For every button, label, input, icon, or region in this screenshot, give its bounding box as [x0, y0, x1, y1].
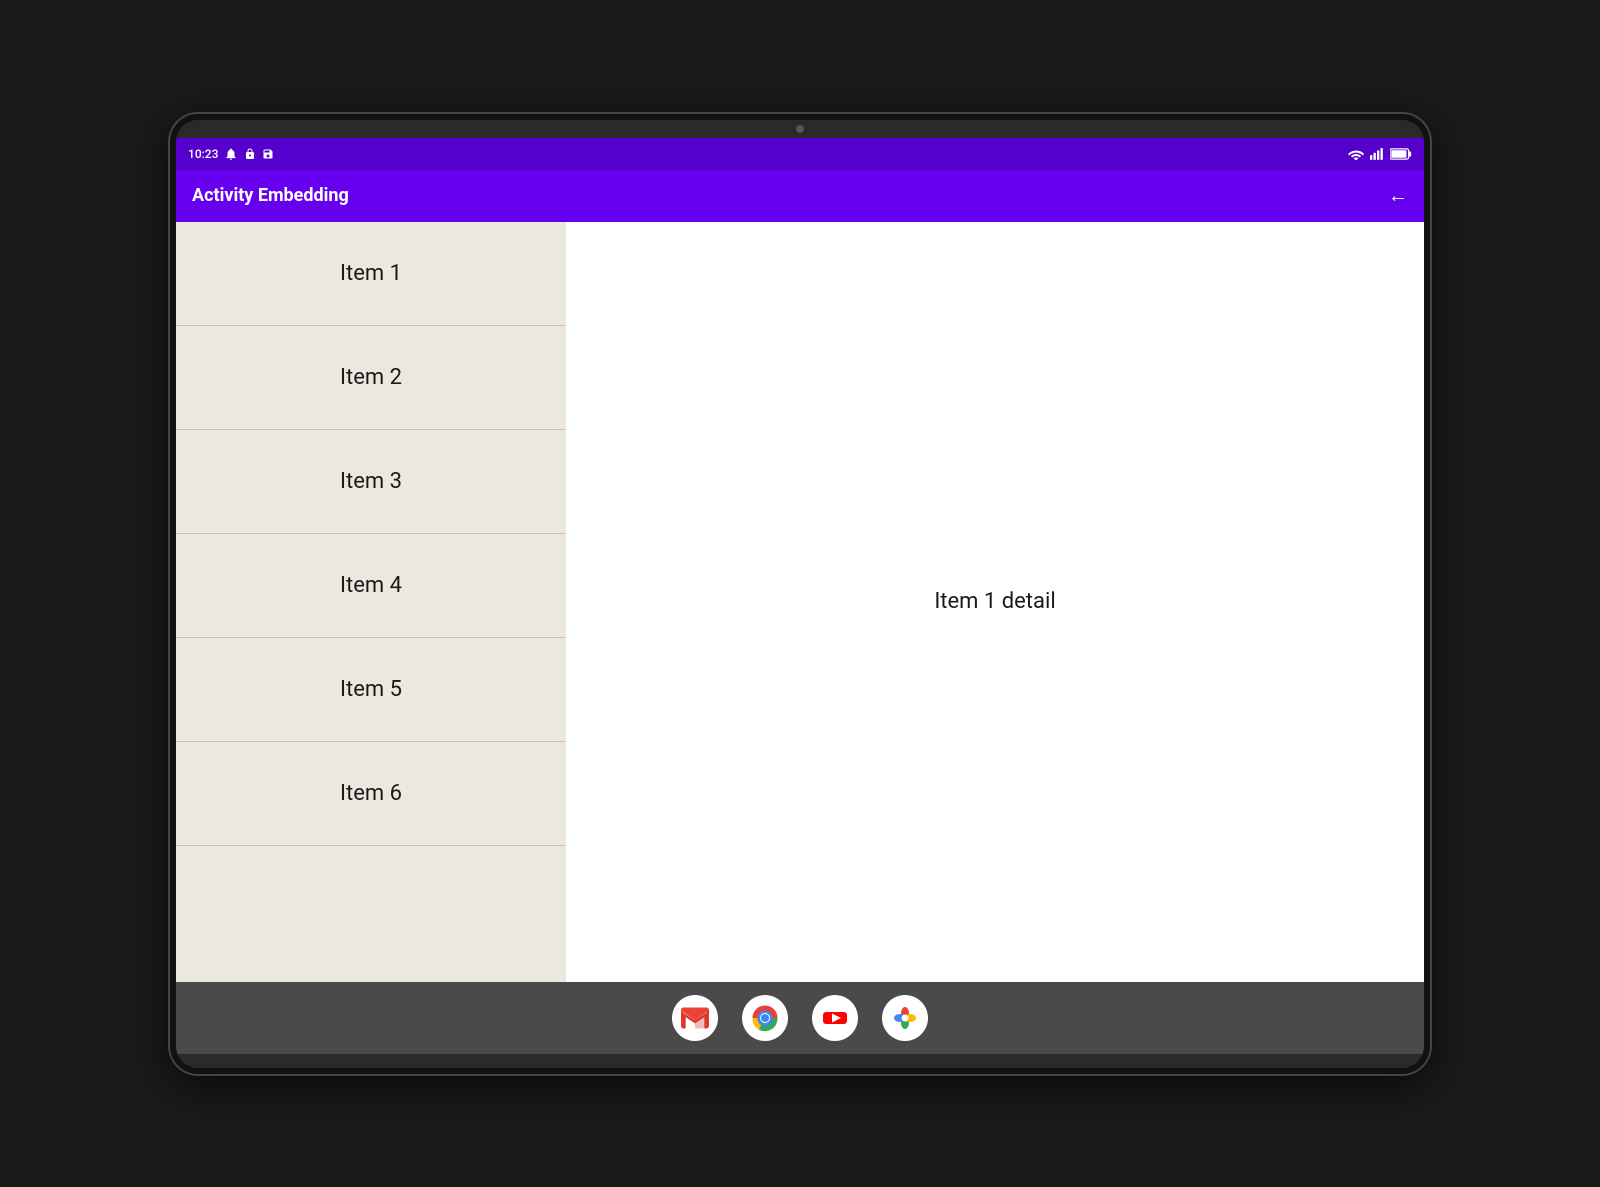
status-right — [1348, 148, 1412, 160]
gmail-icon — [681, 1007, 709, 1029]
time-display: 10:23 — [188, 147, 218, 161]
status-left: 10:23 — [188, 147, 274, 161]
chrome-icon — [750, 1003, 780, 1033]
signal-icon — [1370, 148, 1384, 160]
wifi-icon — [1348, 148, 1364, 160]
list-panel: Item 1 Item 2 Item 3 Item 4 Item 5 Item … — [176, 222, 566, 982]
dock-app-photos[interactable] — [882, 995, 928, 1041]
app-bar-title: Activity Embedding — [192, 185, 1248, 206]
list-item-label-5: Item 5 — [340, 677, 402, 702]
camera-dot — [796, 125, 804, 133]
tablet-top-bar — [176, 120, 1424, 138]
list-item-label-3: Item 3 — [340, 469, 402, 494]
battery-icon — [1390, 148, 1412, 160]
tablet-bottom-bar — [176, 1054, 1424, 1068]
back-button[interactable]: ← — [1388, 183, 1408, 208]
list-item-5[interactable]: Item 5 — [176, 638, 566, 742]
list-item-2[interactable]: Item 2 — [176, 326, 566, 430]
detail-panel: Item 1 detail — [566, 222, 1424, 982]
status-bar: 10:23 — [176, 138, 1424, 170]
list-item-label-1: Item 1 — [340, 261, 402, 286]
list-item-4[interactable]: Item 4 — [176, 534, 566, 638]
list-item-label-2: Item 2 — [340, 365, 402, 390]
list-item-label-6: Item 6 — [340, 781, 402, 806]
dock-app-youtube[interactable] — [812, 995, 858, 1041]
list-item-label-4: Item 4 — [340, 573, 402, 598]
tablet-screen: 10:23 — [176, 138, 1424, 1054]
dock-app-gmail[interactable] — [672, 995, 718, 1041]
content-area: Item 1 Item 2 Item 3 Item 4 Item 5 Item … — [176, 222, 1424, 982]
tablet-frame: 10:23 — [170, 114, 1430, 1074]
dock-app-chrome[interactable] — [742, 995, 788, 1041]
bottom-dock — [176, 982, 1424, 1054]
photos-icon — [890, 1003, 920, 1033]
app-bar: Activity Embedding ← — [176, 170, 1424, 222]
lock-icon — [244, 148, 256, 160]
list-item-3[interactable]: Item 3 — [176, 430, 566, 534]
youtube-icon — [820, 1003, 850, 1033]
detail-text: Item 1 detail — [934, 589, 1055, 614]
list-item-1[interactable]: Item 1 — [176, 222, 566, 326]
notification-icon-1 — [224, 147, 238, 161]
save-icon — [262, 148, 274, 160]
list-item-6[interactable]: Item 6 — [176, 742, 566, 846]
